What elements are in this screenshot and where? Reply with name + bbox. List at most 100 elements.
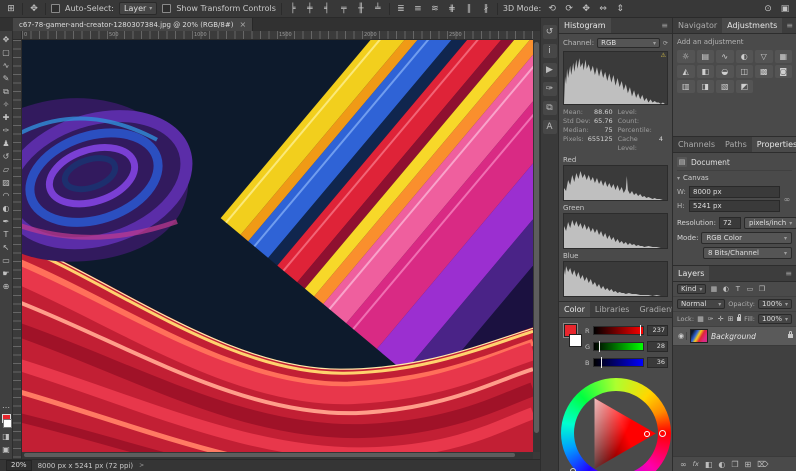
lock-position-icon[interactable]: ✛ [717,315,724,323]
3d-orbit-icon[interactable]: ⟲ [546,1,558,17]
layer-visibility-icon[interactable]: ◉ [676,332,687,340]
blend-mode-dropdown[interactable]: Normal▾ [677,299,725,309]
shape-tool[interactable]: ▭ [0,254,13,267]
threshold-icon[interactable]: ◨ [697,80,715,93]
status-menu-arrow-icon[interactable]: > [139,462,144,469]
gradient-map-icon[interactable]: ▧ [716,80,734,93]
align-bottom-icon[interactable]: ╧ [372,1,384,17]
ruler-vertical[interactable] [13,40,22,459]
green-slider[interactable] [593,342,644,351]
invert-icon[interactable]: ◙ [775,65,793,78]
filter-shape-icon[interactable]: ▭ [745,285,754,293]
zoom-level-field[interactable]: 20% [6,460,32,471]
gradient-tool[interactable]: ▨ [0,176,13,189]
show-transform-checkbox[interactable] [162,4,171,13]
hand-tool[interactable]: ☛ [0,267,13,280]
tab-paths[interactable]: Paths [720,137,752,152]
align-left-icon[interactable]: ╞ [287,1,299,17]
eraser-tool[interactable]: ▱ [0,163,13,176]
brushes-panel-icon[interactable]: ✑ [543,82,557,96]
brightness-contrast-icon[interactable]: ☼ [677,50,695,63]
link-layers-icon[interactable]: ∞ [680,460,687,469]
tab-libraries[interactable]: Libraries [590,302,635,317]
new-group-icon[interactable]: ❐ [731,460,738,469]
layer-row-background[interactable]: ◉ Background [673,327,796,346]
history-panel-icon[interactable]: ↺ [543,25,557,39]
red-slider[interactable] [593,326,644,335]
resolution-field[interactable]: 72 [719,217,741,229]
screen-mode-icon[interactable]: ▣ [0,443,13,456]
distribute-middle-icon[interactable]: ≡ [412,1,424,17]
auto-select-checkbox[interactable] [51,4,60,13]
distribute-left-icon[interactable]: ⋕ [446,1,458,17]
lock-pixels-icon[interactable]: ✑ [707,315,714,323]
tab-color[interactable]: Color [559,302,590,317]
bit-depth-dropdown[interactable]: 8 Bits/Channel▾ [703,247,792,259]
chevron-down-icon[interactable]: ▾ [677,175,680,182]
distribute-center-icon[interactable]: ∥ [463,1,475,17]
link-dimensions-icon[interactable]: ∞ [782,195,792,204]
filter-pixel-icon[interactable]: ▦ [709,285,718,293]
marquee-tool[interactable]: ▢ [0,46,13,59]
ruler-corner[interactable] [13,31,22,40]
ruler-horizontal[interactable]: 0 500 1000 1500 2000 2500 [22,31,533,40]
levels-icon[interactable]: ▤ [697,50,715,63]
background-color-swatch[interactable] [3,419,12,428]
filter-adjustment-icon[interactable]: ◐ [721,285,730,293]
dodge-tool[interactable]: ◐ [0,202,13,215]
channel-dropdown[interactable]: RGB▾ [597,38,660,48]
filter-type-icon[interactable]: T [733,285,742,293]
horizontal-scrollbar[interactable] [22,452,533,459]
lock-all-icon[interactable] [737,317,741,321]
healing-brush-tool[interactable]: ✚ [0,111,13,124]
filter-smart-object-icon[interactable]: ❒ [757,285,766,293]
actions-panel-icon[interactable]: ▶ [543,63,557,77]
lasso-tool[interactable]: ∿ [0,59,13,72]
3d-slide-icon[interactable]: ⇔ [597,1,609,17]
fill-dropdown[interactable]: 100%▾ [758,314,792,324]
crop-tool[interactable]: ⧉ [0,85,13,98]
uncached-refresh-icon[interactable]: ⟳ [663,40,668,47]
background-color-swatch[interactable] [569,334,582,347]
move-tool[interactable]: ✥ [0,33,13,46]
blue-slider[interactable] [593,358,644,367]
height-field[interactable]: 5241 px [689,200,780,212]
magnifier-icon[interactable]: ⊙ [762,1,774,17]
character-panel-icon[interactable]: A [543,120,557,134]
canvas[interactable] [22,40,533,452]
color-balance-icon[interactable]: ◭ [677,65,695,78]
tab-adjustments[interactable]: Adjustments [722,18,782,33]
new-layer-icon[interactable]: ⊞ [745,460,752,469]
zoom-tool[interactable]: ⊕ [0,280,13,293]
color-mode-dropdown[interactable]: RGB Color▾ [701,232,792,244]
brush-tool[interactable]: ✑ [0,124,13,137]
color-wheel[interactable] [563,372,668,471]
quick-mask-icon[interactable]: ◨ [0,430,13,443]
color-lookup-icon[interactable]: ▩ [755,65,773,78]
clone-stamp-tool[interactable]: ♟ [0,137,13,150]
document-tab[interactable]: c67-78-gamer-and-creator-1280307384.jpg … [13,18,253,31]
3d-scale-icon[interactable]: ⇕ [614,1,626,17]
width-field[interactable]: 8000 px [689,186,780,198]
tab-histogram[interactable]: Histogram [559,18,611,33]
align-middle-icon[interactable]: ╫ [355,1,367,17]
resolution-unit-dropdown[interactable]: pixels/inch▾ [744,217,796,229]
history-brush-tool[interactable]: ↺ [0,150,13,163]
distribute-top-icon[interactable]: ≣ [395,1,407,17]
hue-saturation-icon[interactable]: ▦ [775,50,793,63]
tab-layers[interactable]: Layers [673,266,709,281]
auto-select-target-dropdown[interactable]: Layer▾ [119,2,157,15]
workspace-icon[interactable]: ▣ [779,1,791,17]
layer-thumbnail[interactable] [690,329,708,343]
red-value-field[interactable]: 237 [647,325,668,336]
green-value-field[interactable]: 28 [647,341,668,352]
path-selection-tool[interactable]: ↖ [0,241,13,254]
selective-color-icon[interactable]: ◩ [736,80,754,93]
blue-value-field[interactable]: 36 [647,357,668,368]
vibrance-icon[interactable]: ▽ [755,50,773,63]
lock-artboard-icon[interactable]: ⊞ [727,315,734,323]
distribute-right-icon[interactable]: ∦ [480,1,492,17]
vertical-scrollbar[interactable] [533,40,540,452]
scrollbar-thumb[interactable] [534,42,539,433]
distribute-bottom-icon[interactable]: ≋ [429,1,441,17]
